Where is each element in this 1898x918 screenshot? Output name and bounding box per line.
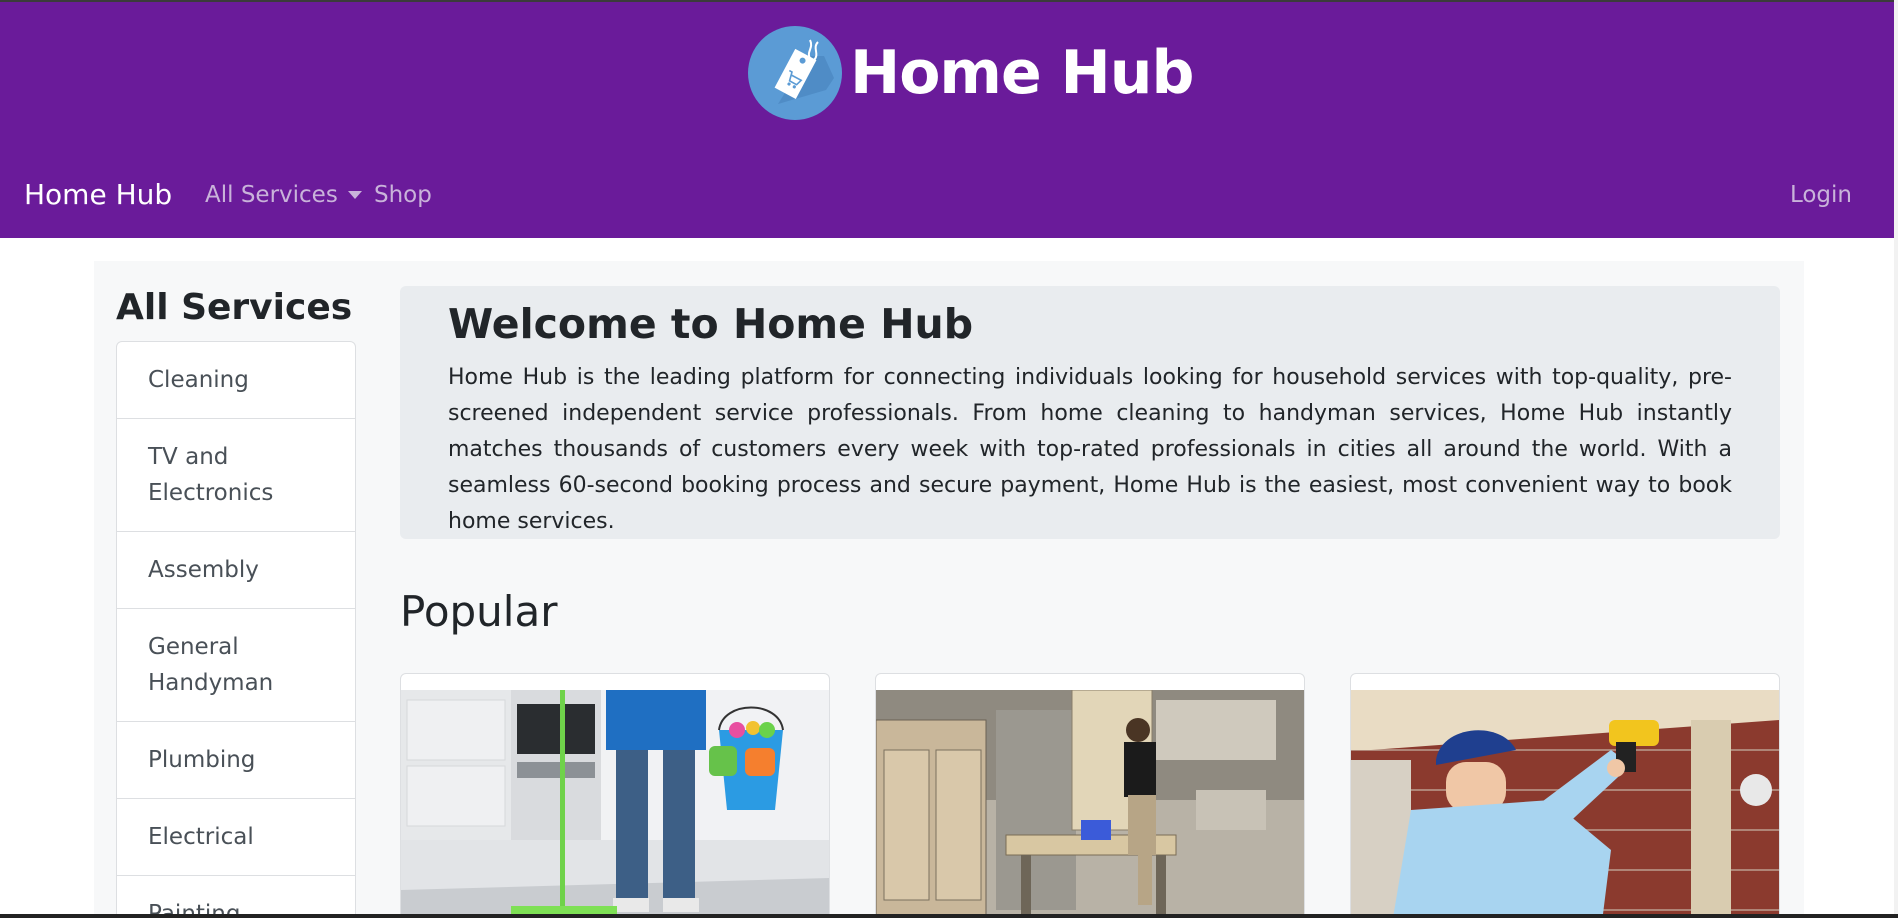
welcome-title: Welcome to Home Hub xyxy=(448,300,974,348)
brand-center[interactable]: Home Hub xyxy=(748,26,1194,120)
main-container: All Services Cleaning TV and Electronics… xyxy=(94,261,1804,918)
welcome-jumbotron: Welcome to Home Hub Home Hub is the lead… xyxy=(400,286,1780,539)
window-edge xyxy=(1894,0,1898,918)
nav-shop-link[interactable]: Shop xyxy=(374,182,432,208)
popular-card-assembly[interactable] xyxy=(875,673,1305,918)
sidebar-item-tv-electronics[interactable]: TV and Electronics xyxy=(117,419,355,532)
sidebar-list: Cleaning TV and Electronics Assembly Gen… xyxy=(116,341,356,918)
popular-card-handyman[interactable] xyxy=(1350,673,1780,918)
welcome-text: Home Hub is the leading platform for con… xyxy=(448,365,1732,534)
sidebar-item-cleaning[interactable]: Cleaning xyxy=(117,342,355,419)
popular-title: Popular xyxy=(400,587,558,636)
sidebar-item-plumbing[interactable]: Plumbing xyxy=(117,722,355,799)
sidebar-item-painting[interactable]: Painting xyxy=(117,876,355,918)
cleaning-photo xyxy=(401,690,829,918)
sidebar-item-general-handyman[interactable]: General Handyman xyxy=(117,609,355,722)
sidebar-item-assembly[interactable]: Assembly xyxy=(117,532,355,609)
drill-photo xyxy=(1351,690,1779,918)
navbar: Home Hub All Services Shop Login xyxy=(0,145,1898,238)
brand-banner: Home Hub xyxy=(0,0,1898,145)
nav-all-services-dropdown[interactable]: All Services xyxy=(205,182,362,208)
nav-all-services-label: All Services xyxy=(205,182,338,208)
sidebar-title: All Services xyxy=(116,287,353,328)
workshop-photo xyxy=(876,690,1304,918)
window-bottom-edge xyxy=(0,914,1898,918)
brand-title: Home Hub xyxy=(850,38,1194,108)
page: Home Hub Home Hub All Services Shop Logi… xyxy=(0,0,1898,918)
tag-cart-icon xyxy=(748,26,842,120)
nav-login-link[interactable]: Login xyxy=(1790,182,1852,208)
nav-brand[interactable]: Home Hub xyxy=(24,178,172,211)
sidebar-item-electrical[interactable]: Electrical xyxy=(117,799,355,876)
caret-down-icon xyxy=(347,191,362,199)
popular-card-cleaning[interactable] xyxy=(400,673,830,918)
